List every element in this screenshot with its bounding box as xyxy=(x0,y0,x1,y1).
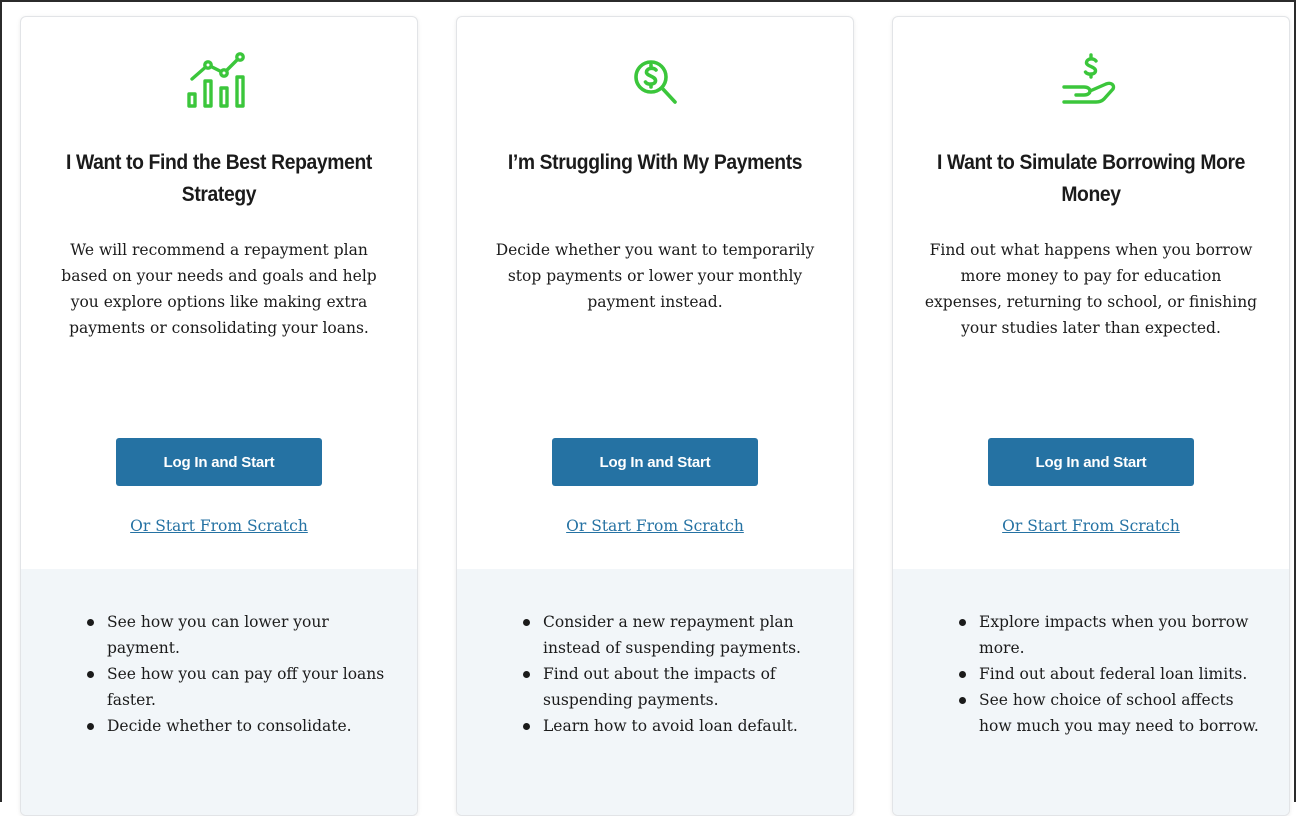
chart-bars-trend-icon xyxy=(21,51,417,111)
card-top: I’m Struggling With My Payments Decide w… xyxy=(457,17,853,569)
start-from-scratch-link[interactable]: Or Start From Scratch xyxy=(21,517,417,535)
list-item: Consider a new repayment plan instead of… xyxy=(519,609,823,661)
card-repayment-strategy: I Want to Find the Best Repayment Strate… xyxy=(20,16,418,816)
dollar-magnifier-icon xyxy=(457,51,853,111)
card-benefits-panel: Explore impacts when you borrow more. Fi… xyxy=(893,569,1289,815)
list-item: Explore impacts when you borrow more. xyxy=(955,609,1259,661)
list-item: See how choice of school affects how muc… xyxy=(955,687,1259,739)
card-title: I Want to Simulate Borrowing More Money xyxy=(936,151,1246,206)
list-item: Decide whether to consolidate. xyxy=(83,713,387,739)
benefits-list: See how you can lower your payment. See … xyxy=(83,609,387,739)
list-item: Learn how to avoid loan default. xyxy=(519,713,823,739)
card-description: We will recommend a repayment plan based… xyxy=(61,241,377,337)
card-benefits-panel: See how you can lower your payment. See … xyxy=(21,569,417,815)
card-description: Find out what happens when you borrow mo… xyxy=(924,241,1258,337)
card-benefits-panel: Consider a new repayment plan instead of… xyxy=(457,569,853,815)
hand-dollar-icon xyxy=(893,51,1289,111)
start-from-scratch-link[interactable]: Or Start From Scratch xyxy=(457,517,853,535)
start-from-scratch-link[interactable]: Or Start From Scratch xyxy=(893,517,1289,535)
list-item: Find out about the impacts of suspending… xyxy=(519,661,823,713)
card-top: I Want to Simulate Borrowing More Money … xyxy=(893,17,1289,569)
benefits-list: Explore impacts when you borrow more. Fi… xyxy=(955,609,1259,739)
card-top: I Want to Find the Best Repayment Strate… xyxy=(21,17,417,569)
list-item: See how you can pay off your loans faste… xyxy=(83,661,387,713)
card-title: I’m Struggling With My Payments xyxy=(507,151,803,174)
list-item: See how you can lower your payment. xyxy=(83,609,387,661)
list-item: Find out about federal loan limits. xyxy=(955,661,1259,687)
card-description: Decide whether you want to temporarily s… xyxy=(495,241,815,311)
card-title: I Want to Find the Best Repayment Strate… xyxy=(66,151,372,206)
card-simulate-borrowing: I Want to Simulate Borrowing More Money … xyxy=(892,16,1290,816)
benefits-list: Consider a new repayment plan instead of… xyxy=(519,609,823,739)
log-in-and-start-button[interactable]: Log In and Start xyxy=(552,438,758,486)
log-in-and-start-button[interactable]: Log In and Start xyxy=(116,438,322,486)
card-struggling-payments: I’m Struggling With My Payments Decide w… xyxy=(456,16,854,816)
log-in-and-start-button[interactable]: Log In and Start xyxy=(988,438,1194,486)
